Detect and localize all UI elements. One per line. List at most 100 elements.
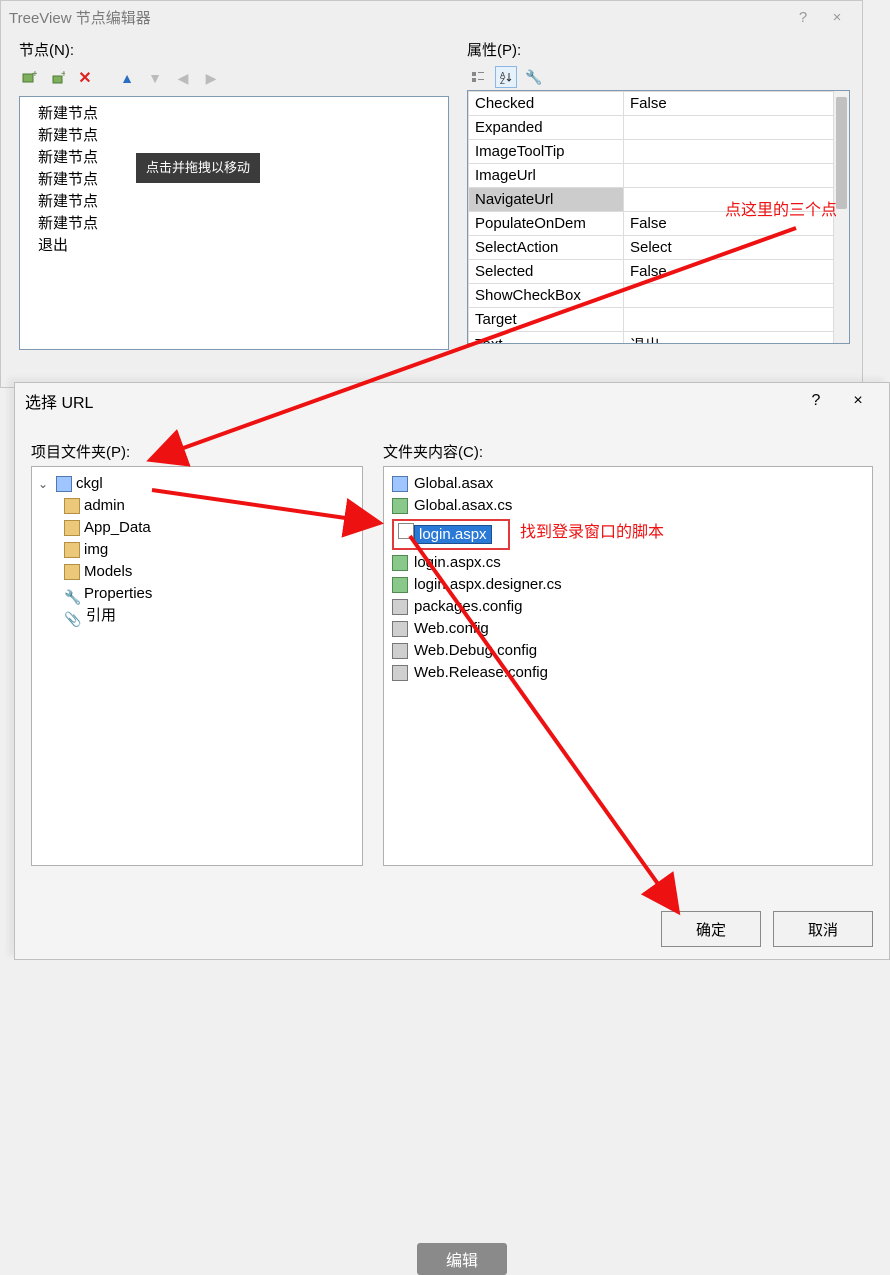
folder-row[interactable]: admin: [36, 495, 358, 517]
property-row[interactable]: NavigateUrl: [469, 188, 849, 212]
tree-node[interactable]: 退出: [28, 235, 440, 257]
property-row[interactable]: Target: [469, 308, 849, 332]
file-icon: [392, 599, 408, 615]
folder-label: App_Data: [84, 517, 151, 539]
property-key: ImageToolTip: [469, 140, 624, 164]
dialog1-close-button[interactable]: ×: [820, 9, 854, 26]
tree-node[interactable]: 新建节点: [28, 213, 440, 235]
file-row[interactable]: packages.config: [388, 596, 868, 618]
node-tree[interactable]: 新建节点 新建节点 新建节点 新建节点 新建节点 新建节点 退出 点击并拖拽以移…: [19, 96, 449, 350]
node-toolbar: + + ✕ ▲ ▼ ◀ ▶: [19, 64, 449, 92]
folder-contents-list[interactable]: Global.asaxGlobal.asax.cslogin.aspxlogin…: [383, 466, 873, 866]
property-row[interactable]: PopulateOnDemFalse: [469, 212, 849, 236]
property-key: ImageUrl: [469, 164, 624, 188]
nodes-label: 节点(N):: [19, 39, 449, 60]
property-row[interactable]: CheckedFalse: [469, 92, 849, 116]
project-icon: [56, 476, 72, 492]
folder-root-row[interactable]: ⌄ ckgl: [36, 473, 358, 495]
add-child-node-button[interactable]: +: [47, 68, 67, 88]
file-row[interactable]: Global.asax.cs: [388, 495, 868, 517]
dialog1-help-button[interactable]: ?: [786, 9, 820, 26]
property-key: NavigateUrl: [469, 188, 624, 212]
folder-label: 引用: [86, 605, 116, 627]
move-up-button[interactable]: ▲: [117, 68, 137, 88]
dialog2-close-button[interactable]: ×: [837, 392, 879, 410]
remove-node-button[interactable]: ✕: [75, 68, 95, 88]
ok-button[interactable]: 确定: [661, 911, 761, 947]
folder-row[interactable]: Models: [36, 561, 358, 583]
file-label: Global.asax: [414, 473, 493, 495]
folder-icon: [64, 542, 80, 558]
folder-icon: [64, 520, 80, 536]
property-key: ShowCheckBox: [469, 284, 624, 308]
edit-button[interactable]: 编辑: [417, 1243, 507, 1275]
file-row[interactable]: login.aspx: [388, 517, 868, 552]
property-row[interactable]: ShowCheckBox: [469, 284, 849, 308]
project-folder-tree[interactable]: ⌄ ckgl admin App_Data img: [31, 466, 363, 866]
file-label: Web.Debug.config: [414, 640, 537, 662]
property-pages-button[interactable]: 🔧: [523, 66, 545, 88]
svg-text:+: +: [32, 70, 37, 80]
file-label: Web.Release.config: [414, 662, 548, 684]
treeview-node-editor-dialog: TreeView 节点编辑器 ? × 节点(N): + + ✕ ▲ ▼ ◀ ▶ …: [0, 0, 863, 388]
outdent-button[interactable]: ◀: [173, 68, 193, 88]
property-row[interactable]: ImageUrl: [469, 164, 849, 188]
property-value[interactable]: False: [624, 212, 849, 236]
property-row[interactable]: Text退出: [469, 332, 849, 345]
folder-row[interactable]: 🔧 Properties: [36, 583, 358, 605]
file-row[interactable]: Web.config: [388, 618, 868, 640]
property-value[interactable]: Select: [624, 236, 849, 260]
cancel-button[interactable]: 取消: [773, 911, 873, 947]
property-value[interactable]: 退出: [624, 332, 849, 345]
property-row[interactable]: Expanded: [469, 116, 849, 140]
propgrid-scrollbar[interactable]: [833, 91, 849, 343]
file-icon: [392, 643, 408, 659]
property-row[interactable]: SelectedFalse: [469, 260, 849, 284]
property-value[interactable]: False: [624, 92, 849, 116]
file-row[interactable]: login.aspx.designer.cs: [388, 574, 868, 596]
file-icon: [392, 621, 408, 637]
tree-node[interactable]: 新建节点: [28, 191, 440, 213]
property-value[interactable]: False: [624, 260, 849, 284]
dialog2-help-button[interactable]: ?: [795, 392, 837, 410]
property-value[interactable]: [624, 116, 849, 140]
dialog2-title: 选择 URL: [25, 389, 795, 413]
drag-tooltip: 点击并拖拽以移动: [136, 153, 260, 183]
property-key: Expanded: [469, 116, 624, 140]
chevron-down-icon[interactable]: ⌄: [38, 473, 52, 495]
property-row[interactable]: SelectActionSelect: [469, 236, 849, 260]
categorized-button[interactable]: [467, 66, 489, 88]
folder-row[interactable]: img: [36, 539, 358, 561]
property-row[interactable]: ImageToolTip: [469, 140, 849, 164]
file-row[interactable]: Web.Debug.config: [388, 640, 868, 662]
property-value[interactable]: [624, 188, 849, 212]
svg-text:+: +: [61, 70, 65, 80]
property-key: Text: [469, 332, 624, 345]
property-grid[interactable]: CheckedFalseExpandedImageToolTipImageUrl…: [467, 90, 850, 344]
file-row[interactable]: Web.Release.config: [388, 662, 868, 684]
alphabetical-button[interactable]: AZ: [495, 66, 517, 88]
property-value[interactable]: [624, 308, 849, 332]
tree-node[interactable]: 新建节点: [28, 125, 440, 147]
property-value[interactable]: [624, 284, 849, 308]
property-value[interactable]: [624, 140, 849, 164]
indent-button[interactable]: ▶: [201, 68, 221, 88]
move-down-button[interactable]: ▼: [145, 68, 165, 88]
property-key: SelectAction: [469, 236, 624, 260]
folder-label: Properties: [84, 583, 152, 605]
file-row[interactable]: login.aspx.cs: [388, 552, 868, 574]
folder-contents-label: 文件夹内容(C):: [383, 441, 873, 462]
dialog1-title: TreeView 节点编辑器: [9, 7, 786, 28]
tree-node[interactable]: 新建节点: [28, 103, 440, 125]
property-toolbar: AZ 🔧: [467, 64, 850, 90]
file-icon: [392, 476, 408, 492]
folder-row[interactable]: App_Data: [36, 517, 358, 539]
add-root-node-button[interactable]: +: [19, 68, 39, 88]
folder-row[interactable]: 📎 引用: [36, 605, 358, 627]
folder-label: Models: [84, 561, 132, 583]
wrench-icon: 🔧: [64, 586, 80, 602]
svg-text:Z: Z: [500, 77, 505, 84]
file-row[interactable]: Global.asax: [388, 473, 868, 495]
property-key: Checked: [469, 92, 624, 116]
property-value[interactable]: [624, 164, 849, 188]
